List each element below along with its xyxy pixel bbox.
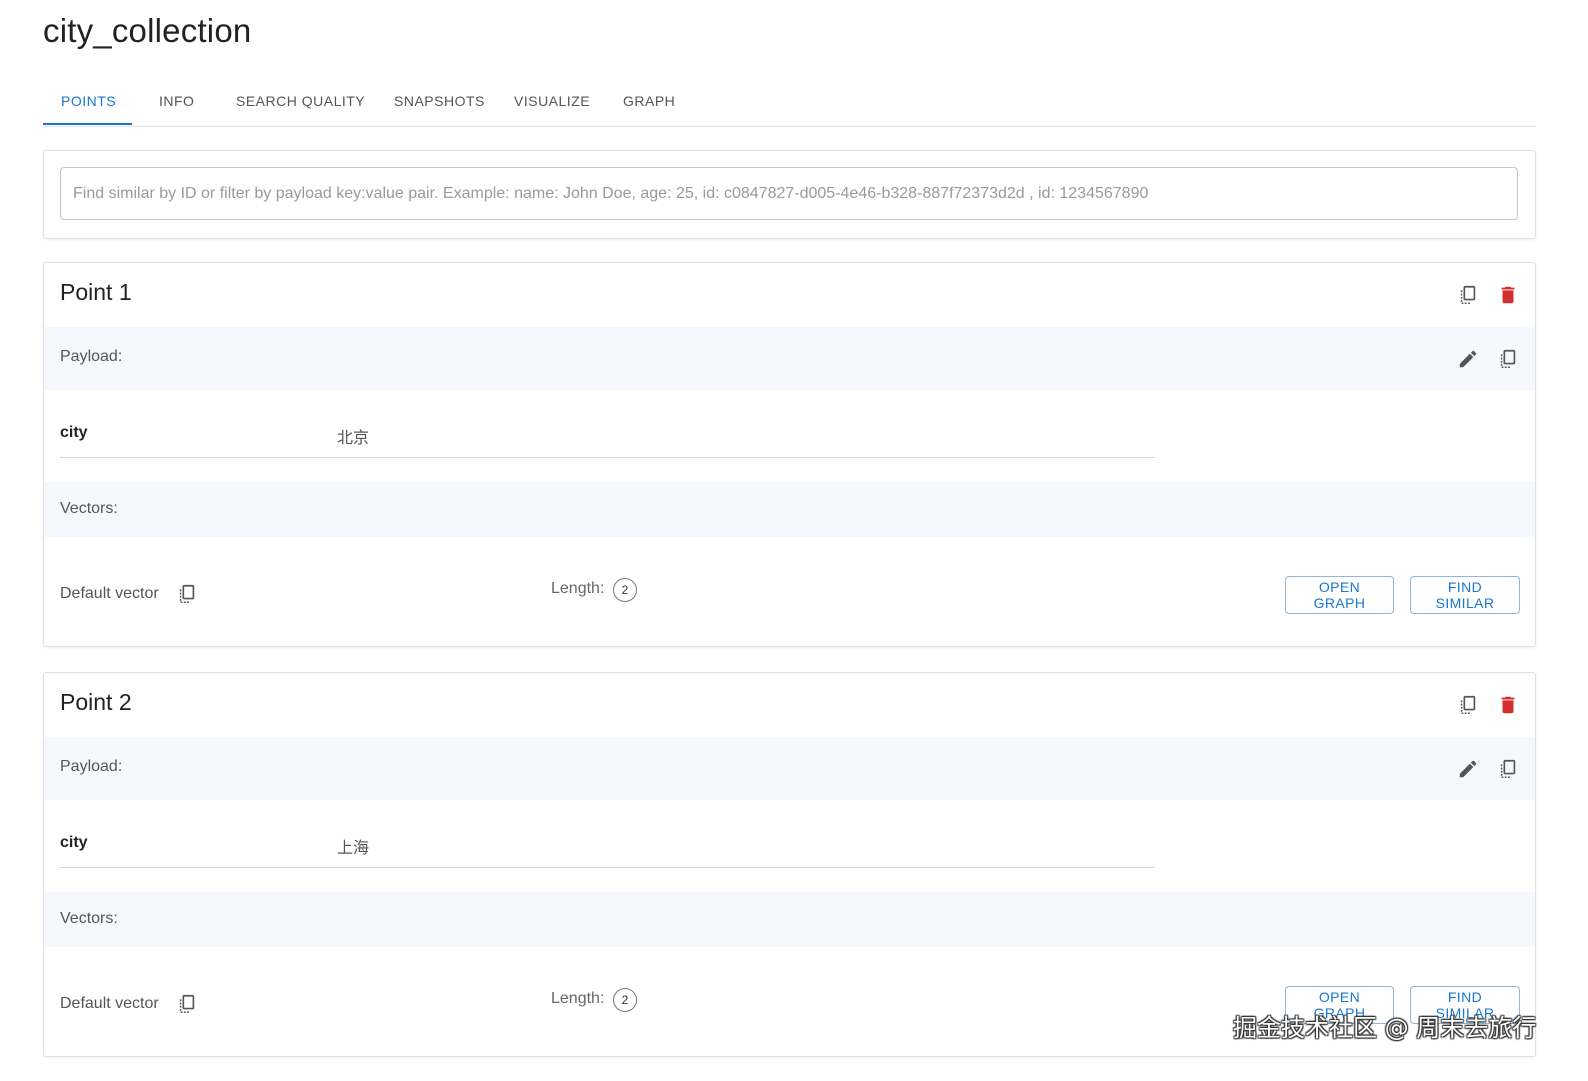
vectors-header: Vectors: (44, 482, 1535, 537)
payload-key: city (60, 834, 88, 851)
payload-label: Payload: (60, 758, 123, 775)
copy-icon[interactable] (1456, 693, 1480, 717)
find-similar-button[interactable]: FIND SIMILAR (1410, 576, 1520, 614)
vectors-header: Vectors: (44, 892, 1535, 947)
point-card: Point 2 Payload: city 上海 Vectors: Defaul… (43, 672, 1536, 1057)
active-tab-indicator (43, 123, 132, 125)
collection-title: city_collection (43, 12, 252, 49)
tab-snapshots[interactable]: SNAPSHOTS (394, 78, 485, 124)
length-label: Length: (551, 990, 605, 1007)
length-label: Length: (551, 580, 605, 597)
payload-header: Payload: (44, 327, 1535, 390)
payload-key: city (60, 424, 88, 441)
payload-row: city 北京 (60, 396, 1155, 458)
copy-vector-icon[interactable] (175, 992, 199, 1016)
copy-icon[interactable] (1456, 283, 1480, 307)
delete-icon[interactable] (1496, 283, 1520, 307)
tab-visualize[interactable]: VISUALIZE (514, 78, 590, 124)
payload-label: Payload: (60, 348, 123, 365)
tab-search-quality[interactable]: SEARCH QUALITY (236, 78, 365, 124)
vectors-label: Vectors: (60, 910, 118, 927)
search-card (43, 150, 1536, 239)
copy-payload-icon[interactable] (1496, 347, 1520, 371)
length-badge: 2 (613, 578, 637, 602)
search-input[interactable] (60, 167, 1518, 220)
vector-name: Default vector (60, 995, 159, 1012)
vector-name: Default vector (60, 585, 159, 602)
copy-vector-icon[interactable] (175, 582, 199, 606)
payload-row: city 上海 (60, 806, 1155, 868)
payload-value: 北京 (337, 430, 370, 447)
payload-header: Payload: (44, 737, 1535, 800)
point-title: Point 1 (60, 279, 132, 305)
tab-bar: POINTS INFO SEARCH QUALITY SNAPSHOTS VIS… (43, 78, 1536, 127)
tab-info[interactable]: INFO (159, 78, 194, 124)
tab-graph[interactable]: GRAPH (623, 78, 675, 124)
open-graph-button[interactable]: OPEN GRAPH (1285, 576, 1394, 614)
length-badge: 2 (613, 988, 637, 1012)
payload-value: 上海 (337, 840, 370, 857)
delete-icon[interactable] (1496, 693, 1520, 717)
edit-icon[interactable] (1456, 347, 1480, 371)
point-card: Point 1 Payload: city 北京 Vectors: Defaul… (43, 262, 1536, 647)
copy-payload-icon[interactable] (1496, 757, 1520, 781)
vectors-label: Vectors: (60, 500, 118, 517)
watermark: 掘金技术社区 @ 周末去旅行 (1233, 1014, 1537, 1042)
edit-icon[interactable] (1456, 757, 1480, 781)
tab-points[interactable]: POINTS (61, 78, 116, 124)
point-title: Point 2 (60, 689, 132, 715)
